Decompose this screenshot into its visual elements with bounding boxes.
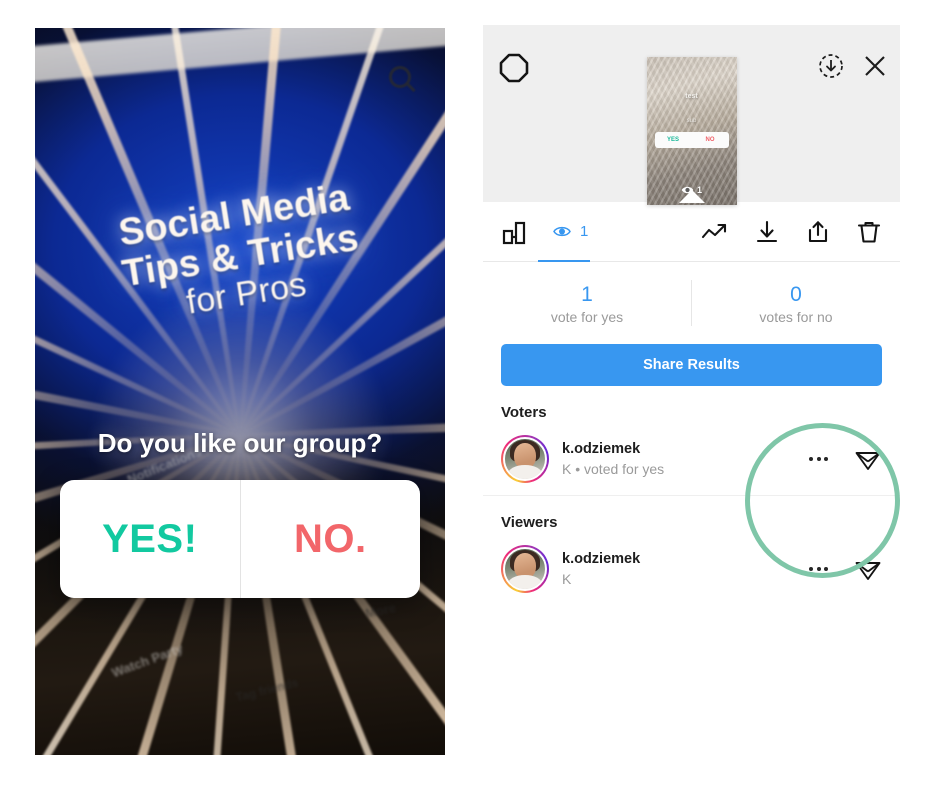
- share-results-button[interactable]: Share Results: [501, 344, 882, 386]
- poll-option-yes[interactable]: YES!: [60, 480, 240, 598]
- thumbnail-poll-no: NO: [705, 137, 715, 143]
- bar-chart-icon[interactable]: [501, 218, 531, 246]
- avatar-body: [508, 465, 542, 479]
- poll-option-no[interactable]: NO.: [241, 480, 421, 598]
- user-username: k.odziemek: [562, 551, 641, 568]
- insights-header: test sub YES NO 1: [483, 25, 900, 205]
- avatar[interactable]: [501, 435, 549, 483]
- header-actions: [818, 53, 888, 79]
- table-row[interactable]: k.odziemek K • voted for yes: [483, 429, 900, 496]
- avatar-body: [508, 575, 542, 589]
- row-actions: [809, 555, 882, 583]
- user-meta: k.odziemek K: [562, 549, 640, 589]
- more-dots-icon[interactable]: [809, 567, 828, 571]
- row-actions: [809, 445, 882, 473]
- story-poll-widget: YES! NO.: [60, 480, 420, 598]
- section-title-viewers: Viewers: [501, 514, 558, 531]
- user-username: k.odziemek: [562, 441, 641, 458]
- tabbar-left-group: 1: [501, 218, 588, 246]
- user-meta: k.odziemek K • voted for yes: [562, 439, 664, 479]
- vote-label-yes: vote for yes: [550, 309, 624, 326]
- trash-icon[interactable]: [856, 219, 882, 245]
- screenshot-root: Notifications Watch Party Tag friends Mo…: [0, 0, 940, 788]
- download-circle-icon[interactable]: [818, 53, 844, 79]
- vote-column-yes: 1 vote for yes: [483, 281, 691, 325]
- avatar-image: [503, 547, 547, 591]
- vote-count-no: 0: [790, 282, 802, 306]
- section-title-voters: Voters: [501, 404, 547, 421]
- more-dots-icon[interactable]: [809, 457, 828, 461]
- share-up-icon[interactable]: [805, 219, 831, 245]
- vote-count-yes: 1: [581, 282, 593, 306]
- eye-icon: [553, 225, 571, 238]
- story-thumbnail-wrapper[interactable]: test sub YES NO 1: [646, 57, 737, 205]
- user-subtitle: K • voted for yes: [562, 461, 665, 478]
- vote-column-no: 0 votes for no: [692, 281, 900, 325]
- story-preview-panel: Notifications Watch Party Tag friends Mo…: [35, 28, 445, 755]
- close-icon[interactable]: [862, 53, 888, 79]
- story-insights-panel: test sub YES NO 1 1 1 vote for yes 0 vot…: [483, 25, 900, 743]
- avatar[interactable]: [501, 545, 549, 593]
- thumbnail-poll-widget: YES NO: [654, 132, 729, 148]
- trending-up-icon[interactable]: [701, 221, 729, 243]
- paper-plane-icon[interactable]: [854, 445, 882, 473]
- vote-label-no: votes for no: [759, 309, 833, 326]
- poll-vote-summary: 1 vote for yes 0 votes for no: [483, 262, 900, 340]
- paper-plane-icon[interactable]: [854, 555, 882, 583]
- tab-views[interactable]: 1: [553, 223, 588, 240]
- user-subtitle: K: [562, 571, 572, 588]
- tab-views-count: 1: [580, 223, 589, 240]
- table-row[interactable]: k.odziemek K: [483, 539, 900, 605]
- insights-tabbar: 1: [483, 202, 900, 262]
- close-friends-icon[interactable]: [497, 51, 531, 85]
- thumbnail-poll-yes: YES: [666, 137, 679, 143]
- active-tab-indicator: [538, 260, 590, 262]
- tabbar-right-group: [701, 219, 882, 245]
- download-icon[interactable]: [754, 219, 780, 245]
- blurred-search-icon: [389, 66, 411, 88]
- thumbnail-subtitle: sub: [686, 118, 697, 124]
- story-poll-question: Do you like our group?: [97, 428, 383, 458]
- thumbnail-title: test: [685, 93, 698, 100]
- story-thumbnail[interactable]: test sub YES NO 1: [646, 57, 737, 205]
- avatar-image: [503, 437, 547, 481]
